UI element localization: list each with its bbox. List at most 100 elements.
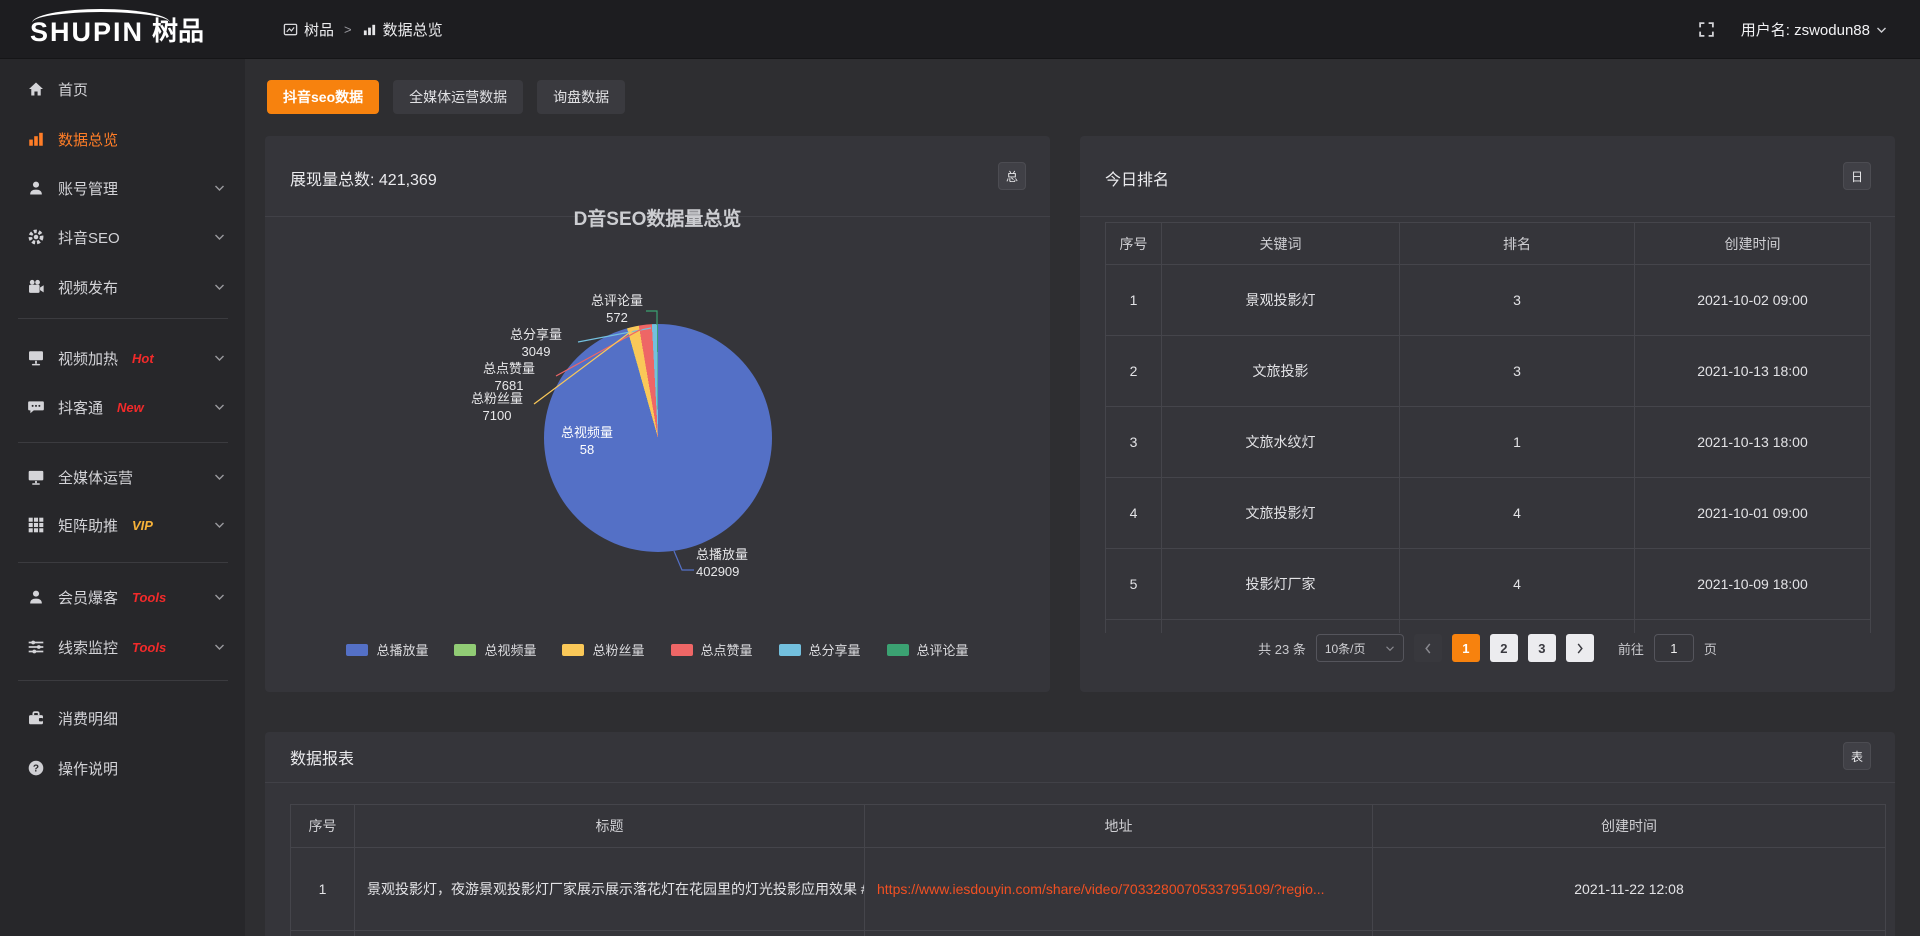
chevron-left-icon — [1424, 643, 1432, 654]
vip-badge: VIP — [132, 518, 153, 533]
goto-unit: 页 — [1704, 639, 1717, 658]
monitor-icon — [27, 468, 45, 486]
bar-chart-icon — [27, 130, 45, 148]
chat-bubble-icon — [27, 398, 45, 416]
pie-label-videos: 总视频量 58 — [547, 424, 627, 458]
pagination-total: 共 23 条 — [1258, 639, 1306, 658]
chevron-down-icon — [214, 593, 225, 601]
sidebar-item-douyin-seo[interactable]: 抖音SEO — [0, 213, 245, 261]
chevron-down-icon — [214, 403, 225, 411]
pie-label-fans: 总粉丝量 7100 — [457, 390, 537, 424]
top-bar: SHUPIN 树品 树品 > 数据总览 用户名: zswodun88 — [0, 0, 1920, 59]
col-header-created: 创建时间 — [1635, 223, 1871, 265]
chevron-down-icon — [214, 643, 225, 651]
table-row: 4 文旅投影灯 4 2021-10-01 09:00 — [1106, 478, 1871, 549]
chevron-down-icon — [214, 521, 225, 529]
today-ranking-card: 今日排名 日 序号 关键词 排名 创建时间 1 景观投影灯 3 2021-10-… — [1080, 136, 1895, 692]
sidebar-item-account[interactable]: 账号管理 — [0, 164, 245, 212]
legend-swatch — [562, 644, 584, 656]
col-header-no: 序号 — [291, 805, 355, 848]
breadcrumb-current[interactable]: 数据总览 — [362, 19, 443, 40]
page-button-2[interactable]: 2 — [1490, 634, 1518, 662]
table-header-row: 序号 关键词 排名 创建时间 — [1106, 223, 1871, 265]
chevron-down-icon — [1876, 26, 1887, 34]
page-button-1[interactable]: 1 — [1452, 634, 1480, 662]
chevron-down-icon — [214, 473, 225, 481]
tools-badge: Tools — [132, 590, 166, 605]
legend-item-videos[interactable]: 总视频量 — [454, 640, 536, 659]
chart-legend: 总播放量 总视频量 总粉丝量 总点赞量 总分享量 — [265, 640, 1050, 659]
hot-badge: Hot — [132, 351, 154, 366]
ranking-table: 序号 关键词 排名 创建时间 1 景观投影灯 3 2021-10-02 09:0… — [1105, 222, 1871, 633]
sidebar-divider — [18, 680, 228, 681]
legend-swatch — [454, 644, 476, 656]
board-icon — [283, 22, 298, 37]
legend-item-comments[interactable]: 总评论量 — [887, 640, 969, 659]
col-header-title: 标题 — [355, 805, 865, 848]
goto-label: 前往 — [1618, 639, 1644, 658]
table-row: 5 投影灯厂家 4 2021-10-09 18:00 — [1106, 549, 1871, 620]
report-table: 序号 标题 地址 创建时间 1 景观投影灯，夜游景观投影灯厂家展示展示落花灯在花… — [290, 804, 1886, 936]
goto-page-input[interactable] — [1654, 634, 1694, 662]
sidebar-item-doukeTong[interactable]: 抖客通 New — [0, 383, 245, 431]
table-mode-button[interactable]: 表 — [1843, 742, 1871, 770]
next-page-button[interactable] — [1566, 634, 1594, 662]
pie-label-likes: 总点赞量 7681 — [469, 360, 549, 394]
billboard-icon — [27, 349, 45, 367]
new-badge: New — [117, 400, 144, 415]
chevron-right-icon — [1576, 643, 1584, 654]
table-row: 2 文旅投影 3 2021-10-13 18:00 — [1106, 336, 1871, 407]
legend-item-likes[interactable]: 总点赞量 — [671, 640, 753, 659]
col-header-url: 地址 — [865, 805, 1373, 848]
sidebar-item-video-publish[interactable]: 视频发布 — [0, 263, 245, 311]
page-button-3[interactable]: 3 — [1528, 634, 1556, 662]
sidebar-item-member-leads[interactable]: 会员爆客 Tools — [0, 573, 245, 621]
legend-swatch — [779, 644, 801, 656]
prev-page-button[interactable] — [1414, 634, 1442, 662]
app-root: SHUPIN 树品 树品 > 数据总览 用户名: zswodun88 — [0, 0, 1920, 936]
sidebar-divider — [18, 442, 228, 443]
sidebar-item-consumption-detail[interactable]: 消费明细 — [0, 694, 245, 742]
tab-douyin-seo-data[interactable]: 抖音seo数据 — [267, 80, 379, 114]
sidebar-item-data-overview[interactable]: 数据总览 — [0, 115, 245, 163]
pie-label-comments: 总评论量 572 — [577, 292, 657, 326]
breadcrumb-root[interactable]: 树品 — [283, 19, 334, 40]
breadcrumb: 树品 > 数据总览 — [283, 19, 443, 40]
fullscreen-icon[interactable] — [1698, 21, 1715, 38]
video-url-link[interactable]: https://www.iesdouyin.com/share/video/70… — [877, 881, 1325, 897]
sidebar-item-help[interactable]: ? 操作说明 — [0, 744, 245, 792]
user-menu[interactable]: 用户名: zswodun88 — [1741, 19, 1887, 40]
sliders-icon — [27, 638, 45, 656]
legend-item-fans[interactable]: 总粉丝量 — [562, 640, 644, 659]
tab-inquiry-data[interactable]: 询盘数据 — [537, 80, 625, 114]
sidebar-item-matrix-boost[interactable]: 矩阵助推 VIP — [0, 501, 245, 549]
breadcrumb-separator: > — [344, 22, 352, 37]
table-row: 3 文旅水纹灯 1 2021-10-13 18:00 — [1106, 407, 1871, 478]
chevron-down-icon — [1385, 645, 1395, 652]
seo-chart-card: 展现量总数: 421,369 总 D音SEO数据量总览 总评论量 572 总分享… — [265, 136, 1050, 692]
pie-label-shares: 总分享量 3049 — [496, 326, 576, 360]
legend-item-shares[interactable]: 总分享量 — [779, 640, 861, 659]
table-header-row: 序号 标题 地址 创建时间 — [291, 805, 1886, 848]
sidebar-item-omnimedia[interactable]: 全媒体运营 — [0, 453, 245, 501]
legend-swatch — [346, 644, 368, 656]
home-icon — [27, 80, 45, 98]
app-logo: SHUPIN 树品 — [0, 11, 245, 48]
topbar-right-tools: 用户名: zswodun88 — [1698, 0, 1887, 59]
tools-badge: Tools — [132, 640, 166, 655]
table-row-partial — [1106, 620, 1871, 633]
sidebar-item-clue-monitor[interactable]: 线索监控 Tools — [0, 623, 245, 671]
day-mode-button[interactable]: 日 — [1843, 162, 1871, 190]
sidebar-divider — [18, 562, 228, 563]
ranking-card-title: 今日排名 — [1105, 166, 1169, 190]
page-size-select[interactable]: 10条/页 — [1316, 634, 1404, 662]
sidebar-item-video-heat[interactable]: 视频加热 Hot — [0, 334, 245, 382]
sidebar-item-home[interactable]: 首页 — [0, 65, 245, 113]
pagination: 共 23 条 10条/页 1 2 3 前往 页 — [1080, 634, 1895, 662]
legend-item-plays[interactable]: 总播放量 — [346, 640, 428, 659]
chevron-down-icon — [214, 184, 225, 192]
tab-omnimedia-data[interactable]: 全媒体运营数据 — [393, 80, 523, 114]
col-header-rank: 排名 — [1400, 223, 1635, 265]
report-title-cell: 景观投影灯，夜游景观投影灯厂家展示展示落花灯在花园里的灯光投影应用效果 # — [355, 848, 865, 931]
sidebar-divider — [18, 318, 228, 319]
